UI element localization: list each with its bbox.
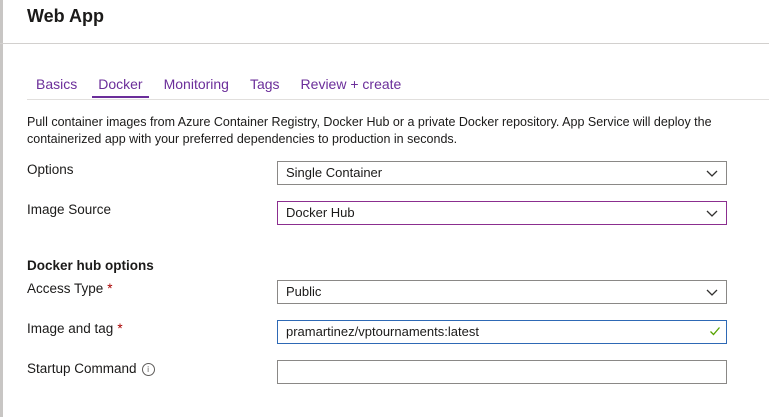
access-type-label: Access Type * bbox=[27, 281, 113, 296]
required-marker: * bbox=[107, 281, 113, 296]
image-and-tag-label: Image and tag * bbox=[27, 321, 123, 336]
chevron-down-icon bbox=[706, 170, 718, 177]
chevron-down-icon bbox=[706, 210, 718, 217]
checkmark-icon bbox=[710, 327, 720, 336]
access-type-dropdown[interactable]: Public bbox=[277, 280, 727, 304]
tabs-divider bbox=[27, 99, 769, 100]
options-value: Single Container bbox=[286, 165, 383, 180]
tab-bar: Basics Docker Monitoring Tags Review + c… bbox=[27, 74, 402, 98]
image-source-label: Image Source bbox=[27, 202, 111, 217]
info-icon[interactable]: i bbox=[141, 363, 155, 376]
image-source-label-text: Image Source bbox=[27, 202, 112, 217]
startup-command-label-text: Startup Command bbox=[27, 361, 137, 376]
page-title: Web App bbox=[27, 6, 104, 26]
tab-review-create[interactable]: Review + create bbox=[301, 74, 402, 96]
image-and-tag-value: pramartinez/vptournaments:latest bbox=[286, 324, 479, 339]
access-type-value: Public bbox=[286, 284, 322, 299]
image-and-tag-label-text: Image and tag bbox=[27, 321, 114, 336]
required-marker: * bbox=[117, 321, 123, 336]
left-border bbox=[0, 0, 3, 417]
options-dropdown[interactable]: Single Container bbox=[277, 161, 727, 185]
tab-tags[interactable]: Tags bbox=[250, 74, 280, 96]
access-type-label-text: Access Type bbox=[27, 281, 104, 296]
startup-command-input[interactable] bbox=[277, 360, 727, 384]
startup-command-label: Startup Command i bbox=[27, 361, 155, 376]
image-source-dropdown[interactable]: Docker Hub bbox=[277, 201, 727, 225]
image-and-tag-input[interactable]: pramartinez/vptournaments:latest bbox=[277, 320, 727, 344]
tab-monitoring[interactable]: Monitoring bbox=[164, 74, 229, 96]
chevron-down-icon bbox=[706, 289, 718, 296]
tab-basics[interactable]: Basics bbox=[36, 74, 77, 96]
tab-docker[interactable]: Docker bbox=[92, 74, 150, 98]
options-label-text: Options bbox=[27, 162, 74, 177]
title-divider bbox=[0, 43, 769, 44]
intro-description: Pull container images from Azure Contain… bbox=[27, 115, 712, 146]
options-label: Options bbox=[27, 162, 74, 177]
image-source-value: Docker Hub bbox=[286, 205, 355, 220]
docker-hub-options-heading: Docker hub options bbox=[27, 258, 154, 273]
